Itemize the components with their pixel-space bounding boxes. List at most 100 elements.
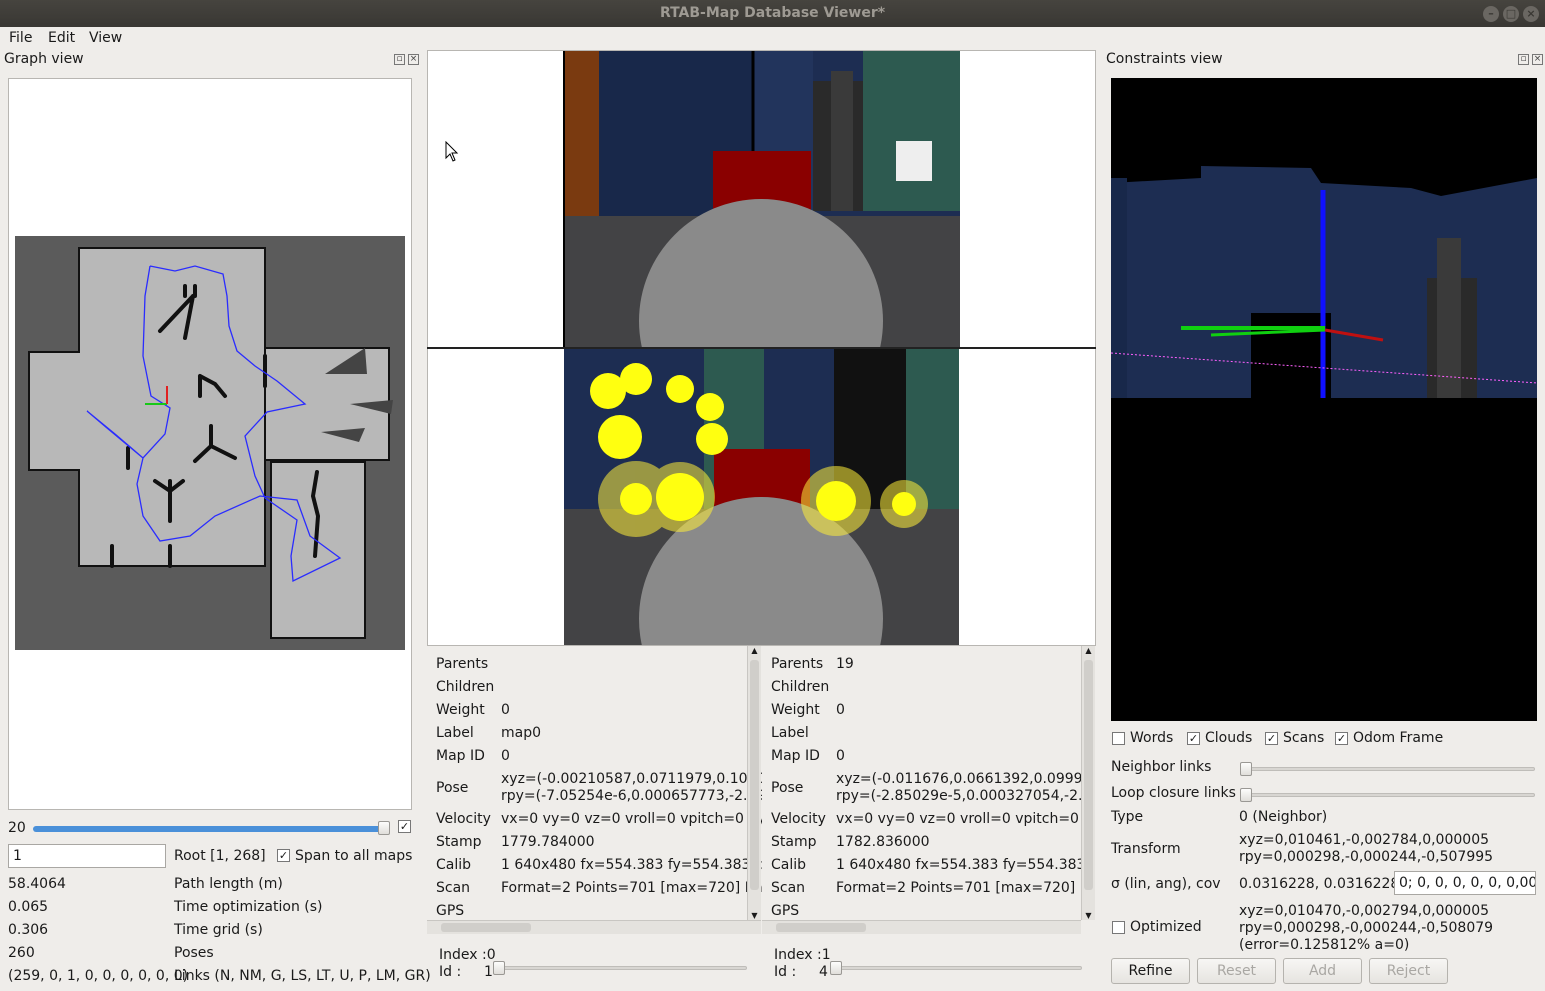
info-label: Velocity [771,811,826,827]
left-id-slider-handle[interactable] [493,961,505,975]
right-node-info: Parents 19 Children Weight 0 Label Map I… [762,646,1082,934]
graph-slider[interactable] [33,826,389,832]
info-label: Scan [436,880,471,896]
info-value: 1 640x480 fx=554.383 fy=554.383 cx [836,857,1082,873]
info-label: Weight [436,702,485,718]
info-label: Parents [436,656,489,672]
mouse-cursor-icon [445,140,459,167]
camera-image-bottom [564,349,959,645]
minimize-icon[interactable]: – [1483,6,1499,22]
close-dock-icon[interactable]: × [1532,54,1543,65]
stat-value: (259, 0, 1, 0, 0, 0, 0, 0, 0) [8,968,189,984]
info-value: xyz=(-0.011676,0.0661392,0.099998 [836,771,1082,787]
root-label: Root [1, 268] [174,848,266,864]
optimized-error: (error=0.125812% a=0) [1239,937,1410,953]
left-id-value: 1 [484,964,493,980]
scroll-thumb[interactable] [441,923,531,932]
clouds-checkbox[interactable]: ✓ [1187,732,1200,745]
constraints-3d-view[interactable] [1111,78,1537,721]
root-spinbox-value: 1 [13,848,22,864]
loop-closure-links-handle[interactable] [1240,788,1252,802]
menu-edit[interactable]: Edit [48,30,75,46]
info-label: GPS [771,903,800,919]
odom-frame-checkbox[interactable]: ✓ [1335,732,1348,745]
sigma-value: 0.0316228, 0.0316228 [1239,876,1400,892]
right-info-hscroll[interactable] [762,920,1081,934]
info-label: GPS [436,903,465,919]
float-icon[interactable]: ▫ [1518,54,1529,65]
stat-label: Time grid (s) [174,922,263,938]
scroll-up-icon[interactable]: ▲ [1082,646,1095,655]
info-value: 0 [836,702,845,718]
stat-label: Path length (m) [174,876,283,892]
add-button[interactable]: Add [1283,958,1362,984]
scroll-up-icon[interactable]: ▲ [748,646,761,655]
info-value: 19 [836,656,854,672]
reset-button[interactable]: Reset [1197,958,1276,984]
loop-closure-links-label: Loop closure links [1111,785,1236,801]
info-label: Label [436,725,474,741]
camera-image-top [563,51,960,347]
graph-slider-checkbox[interactable]: ✓ [398,820,411,833]
info-value: 1 640x480 fx=554.383 fy=554.383 cx [501,857,762,873]
info-label: Scan [771,880,806,896]
scroll-down-icon[interactable]: ▼ [748,911,761,920]
info-label: Label [771,725,809,741]
info-label: Pose [436,780,469,796]
words-checkbox[interactable] [1112,732,1125,745]
transform-label: Transform [1111,841,1181,857]
close-icon[interactable]: × [1523,6,1539,22]
right-info-vscroll[interactable]: ▲ ▼ [1081,646,1095,920]
clouds-label: Clouds [1205,730,1253,746]
optimized-rpy: rpy=0,000298,-0,000244,-0,508079 [1239,920,1494,936]
scroll-down-icon[interactable]: ▼ [1082,911,1095,920]
left-node-info: Parents Children Weight 0 Label map0 Map… [427,646,762,934]
right-id-label: Id : [774,964,797,980]
covariance-value: 0; 0, 0, 0, 0, 0, 0,001] [1399,875,1535,891]
info-value: map0 [501,725,542,741]
graph-slider-handle[interactable] [378,821,390,835]
info-value: 0 [501,702,510,718]
scans-checkbox[interactable]: ✓ [1265,732,1278,745]
menu-view[interactable]: View [89,30,122,46]
span-checkbox[interactable]: ✓ [277,849,290,862]
scroll-thumb[interactable] [776,923,866,932]
right-id-slider-handle[interactable] [830,961,842,975]
left-info-vscroll[interactable]: ▲ ▼ [747,646,761,920]
refine-button[interactable]: Refine [1111,958,1190,984]
scroll-thumb[interactable] [1084,660,1093,890]
right-index-label: Index :1 [774,947,831,963]
window-titlebar: RTAB-Map Database Viewer* – □ × [0,0,1545,27]
info-value: Format=2 Points=701 [max=720] Ra [501,880,762,896]
maximize-icon[interactable]: □ [1503,6,1519,22]
neighbor-links-handle[interactable] [1240,762,1252,776]
transform-xyz: xyz=0,010461,-0,002784,0,000005 [1239,832,1490,848]
covariance-field[interactable]: 0; 0, 0, 0, 0, 0, 0,001] [1394,871,1536,895]
info-label: Velocity [436,811,491,827]
info-value: xyz=(-0.00210587,0.0711979,0.10000 [501,771,762,787]
left-id-slider[interactable] [497,966,747,970]
stat-label: Poses [174,945,214,961]
neighbor-links-slider[interactable] [1242,767,1535,771]
info-value: Format=2 Points=701 [max=720] Ra [836,880,1082,896]
optimized-checkbox[interactable] [1112,921,1125,934]
info-label: Children [771,679,830,695]
loop-closure-links-slider[interactable] [1242,793,1535,797]
info-label: Map ID [436,748,485,764]
info-label: Map ID [771,748,820,764]
optimized-xyz: xyz=0,010470,-0,002794,0,000005 [1239,903,1490,919]
stat-value: 260 [8,945,35,961]
graph-view-title: Graph view [4,51,84,67]
close-dock-icon[interactable]: × [408,54,419,65]
type-value: 0 (Neighbor) [1239,809,1328,825]
stat-label: Time optimization (s) [174,899,323,915]
menu-file[interactable]: File [9,30,32,46]
float-icon[interactable]: ▫ [394,54,405,65]
right-id-slider[interactable] [832,966,1082,970]
left-info-hscroll[interactable] [427,920,761,934]
root-spinbox[interactable]: 1 [8,844,166,868]
scroll-thumb[interactable] [750,660,759,890]
constraints-view-title: Constraints view [1106,51,1223,67]
reject-button[interactable]: Reject [1369,958,1448,984]
left-index-label: Index :0 [439,947,496,963]
